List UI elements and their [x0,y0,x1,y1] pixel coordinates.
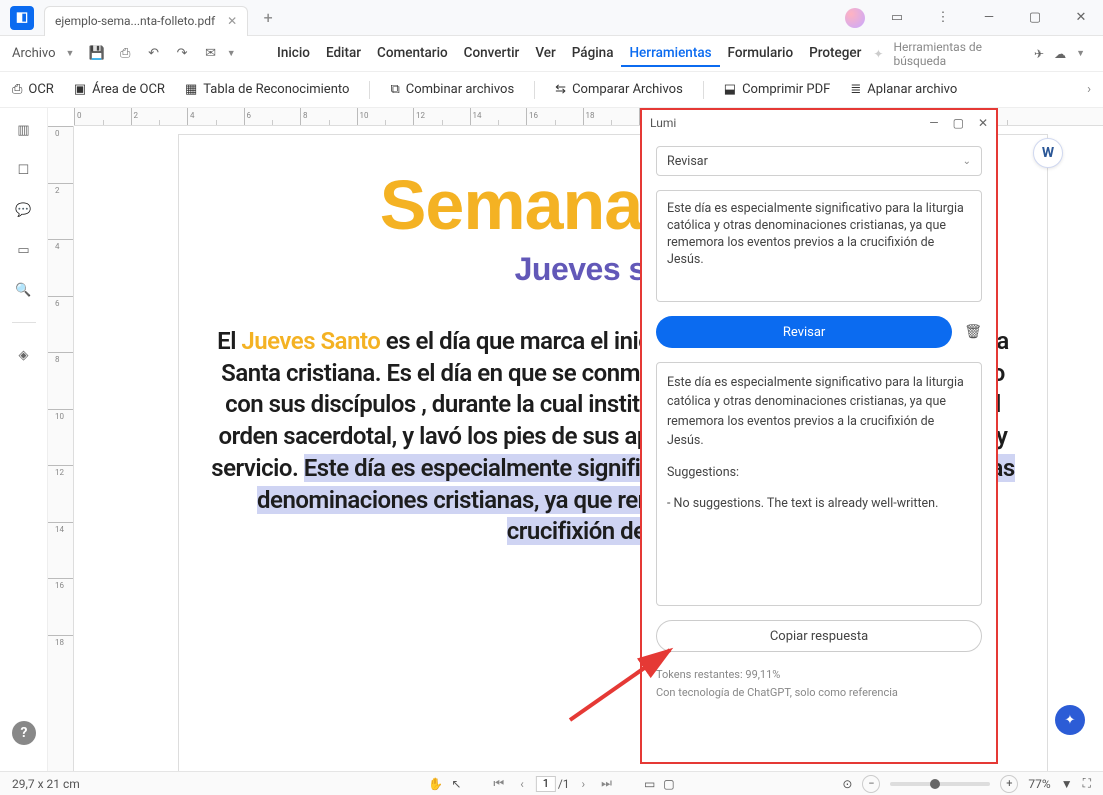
flatten-icon: ≣ [850,82,861,97]
lumi-title-label: Lumi [650,116,676,130]
page-input[interactable] [536,776,556,792]
fit-width-icon[interactable]: ▭ [644,777,655,791]
ocr-icon: ⎙ [12,82,22,97]
toolbar-overflow-icon[interactable]: › [1087,82,1091,97]
compare-icon: ⇆ [555,82,566,97]
layers-icon[interactable]: ◈ [12,343,36,367]
new-tab-button[interactable]: + [254,4,282,32]
menu-convertir[interactable]: Convertir [456,41,528,67]
maximize-icon[interactable]: ▢ [1021,4,1049,32]
statusbar: 29,7 x 21 cm ✋ ↖ ⏮ ‹ /1 › ⏭ ▭ ▢ ⊙ − + 77… [0,771,1103,795]
menu-comentario[interactable]: Comentario [369,41,456,67]
lumi-output[interactable]: Este día es especialmente significativo … [656,362,982,606]
minimize-icon[interactable]: — [975,4,1003,32]
attachments-icon[interactable]: ▭ [12,238,36,262]
table-icon: ▦ [185,82,197,97]
last-page-icon[interactable]: ⏭ [597,776,616,791]
menu-ver[interactable]: Ver [527,41,563,67]
feedback-icon[interactable]: ▭ [883,4,911,32]
page-indicator[interactable]: /1 [536,776,570,792]
lumi-input-textarea[interactable]: Este día es especialmente significativo … [656,190,982,302]
zoom-slider[interactable] [890,782,990,786]
tools-toolbar: ⎙OCR ▣Área de OCR ▦Tabla de Reconocimien… [0,72,1103,108]
app-icon[interactable]: ◧ [10,6,34,30]
close-tab-icon[interactable]: ✕ [227,14,237,28]
first-page-icon[interactable]: ⏮ [489,776,508,791]
zoom-level: 77% [1028,777,1050,791]
menu-inicio[interactable]: Inicio [269,41,318,67]
menu-formulario[interactable]: Formulario [720,41,802,67]
trash-icon[interactable]: 🗑 [964,324,982,340]
lumi-maximize-icon[interactable]: ▢ [953,116,964,130]
lumi-titlebar[interactable]: Lumi — ▢ ✕ [642,110,996,136]
search-tools-placeholder[interactable]: Herramientas de búsqueda [893,40,1024,68]
print-icon[interactable]: ⎙ [113,41,137,67]
lumi-minimize-icon[interactable]: — [929,116,938,130]
search-icon[interactable]: 🔍 [12,278,36,302]
fit-page-icon[interactable]: ▢ [663,777,674,791]
overflow-menu-icon[interactable]: ⋮ [929,4,957,32]
page-dimensions: 29,7 x 21 cm [12,777,80,791]
undo-icon[interactable]: ↶ [141,41,165,67]
flatten-file-tool[interactable]: ≣Aplanar archivo [850,82,957,97]
cloud-dropdown-icon[interactable]: ▼ [1076,48,1085,59]
zoom-reset-icon[interactable]: ⊙ [842,777,852,791]
lumi-panel: Lumi — ▢ ✕ Revisar ⌄ Este día es especia… [640,108,998,764]
user-avatar[interactable] [845,8,865,28]
mail-icon[interactable]: ✉ [198,41,222,67]
cloud-icon[interactable]: ☁ [1054,47,1066,61]
tab-title: ejemplo-sema...nta-folleto.pdf [55,14,215,28]
combine-files-tool[interactable]: ⧉Combinar archivos [390,82,514,97]
comments-icon[interactable]: 💬 [12,198,36,222]
wand-icon: ✦ [873,47,883,61]
compress-icon: ⬓ [724,82,736,97]
next-page-icon[interactable]: › [578,777,590,791]
menu-herramientas[interactable]: Herramientas [621,41,719,67]
compress-pdf-tool[interactable]: ⬓Comprimir PDF [724,82,831,97]
chevron-down-icon: ⌄ [963,156,971,167]
menu-página[interactable]: Página [564,41,622,67]
hand-tool-icon[interactable]: ✋ [428,777,443,791]
powered-by: Con tecnología de ChatGPT, solo como ref… [656,684,982,702]
combine-icon: ⧉ [390,82,399,97]
lumi-submit-button[interactable]: Revisar [656,316,952,348]
menu-proteger[interactable]: Proteger [801,41,869,67]
prev-page-icon[interactable]: ‹ [516,777,528,791]
ruler-vertical: 024681012141618 [48,126,74,771]
document-tab[interactable]: ejemplo-sema...nta-folleto.pdf ✕ [44,6,248,36]
titlebar: ◧ ejemplo-sema...nta-folleto.pdf ✕ + ▭ ⋮… [0,0,1103,36]
window-close-icon[interactable]: ✕ [1067,4,1095,32]
file-dropdown-icon[interactable]: ▼ [66,48,75,59]
menubar: Archivo ▼ 💾 ⎙ ↶ ↷ ✉ ▼ InicioEditarComent… [0,36,1103,72]
left-rail: ▥ ☐ 💬 ▭ 🔍 ◈ [0,108,48,771]
lumi-close-icon[interactable]: ✕ [978,116,988,130]
send-icon[interactable]: ✈ [1034,47,1044,61]
zoom-dropdown-icon[interactable]: ▼ [1061,777,1073,791]
menu-editar[interactable]: Editar [318,41,369,67]
bookmarks-icon[interactable]: ☐ [12,158,36,182]
zoom-in-button[interactable]: + [1000,775,1018,793]
table-recognition-tool[interactable]: ▦Tabla de Reconocimiento [185,82,349,97]
compare-files-tool[interactable]: ⇆Comparar Archivos [555,82,683,97]
ocr-tool[interactable]: ⎙OCR [12,82,54,97]
tokens-remaining: Tokens restantes: 99,11% [656,666,982,684]
file-menu[interactable]: Archivo [12,46,56,61]
thumbnails-icon[interactable]: ▥ [12,118,36,142]
save-icon[interactable]: 💾 [84,41,108,67]
ocr-area-icon: ▣ [74,82,86,97]
lumi-mode-select[interactable]: Revisar ⌄ [656,146,982,176]
word-export-button[interactable]: W [1033,138,1063,168]
fullscreen-icon[interactable]: ⛶ [1083,776,1091,791]
mail-dropdown-icon[interactable]: ▼ [227,48,236,59]
ocr-area-tool[interactable]: ▣Área de OCR [74,82,165,97]
help-button[interactable]: ? [12,721,36,745]
zoom-out-button[interactable]: − [862,775,880,793]
copy-response-button[interactable]: Copiar respuesta [656,620,982,652]
redo-icon[interactable]: ↷ [170,41,194,67]
select-tool-icon[interactable]: ↖ [451,777,461,791]
ai-assistant-button[interactable]: ✦ [1055,705,1085,735]
